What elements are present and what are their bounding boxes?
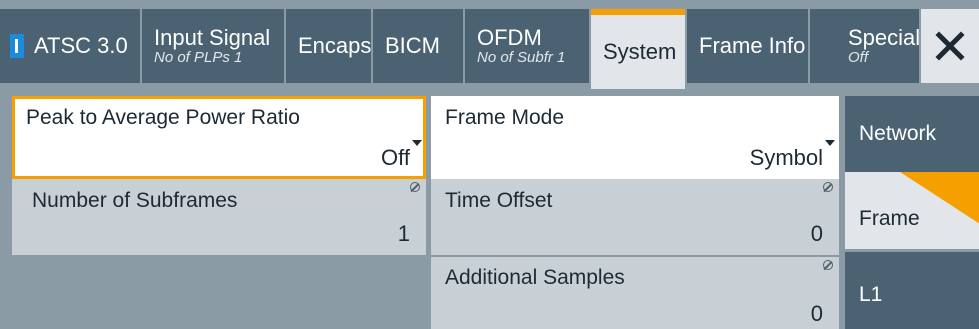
tab-atsc-label: ATSC 3.0 [34,33,128,58]
tab-encaps-label: Encaps [298,33,372,58]
side-tab-frame-label: Frame [859,206,920,230]
frame-mode-value: Symbol [749,145,823,170]
chevron-down-icon [825,140,835,146]
time-offset-label: Time Offset [445,189,553,212]
lock-icon [823,260,833,270]
tab-ofdm[interactable]: OFDM No of Subfr 1 [465,9,589,83]
frame-mode-label: Frame Mode [445,106,565,129]
lock-icon [410,182,420,192]
tab-system-label: System [603,38,677,64]
active-indicator-icon [10,34,24,58]
papr-label: Peak to Average Power Ratio [26,106,300,129]
tab-special[interactable]: Special Off [810,9,921,83]
time-offset-value: 0 [810,221,823,246]
tab-frame-info-label: Frame Info [699,33,806,58]
papr-value: Off [381,145,410,170]
number-of-subframes-value: 1 [397,221,410,246]
chevron-down-icon [412,140,422,146]
tab-bicm-label: BICM [385,33,440,58]
side-tab-l1[interactable]: L1 [845,252,979,329]
tab-system[interactable]: System [591,9,685,89]
side-tab-bar: Network Frame L1 [843,89,979,329]
additional-samples-field[interactable]: Additional Samples 0 [431,257,839,329]
tab-input-signal-label: Input Signal [154,24,271,50]
tab-frame-info[interactable]: Frame Info [687,9,808,83]
close-button[interactable] [921,9,979,83]
number-of-subframes-field[interactable]: Number of Subframes 1 [12,179,426,255]
side-tab-network-label: Network [859,122,937,145]
active-tab-marker [591,9,685,15]
tab-bicm[interactable]: BICM [373,9,463,83]
additional-samples-label: Additional Samples [445,266,625,289]
tab-special-sub: Off [848,48,869,66]
system-settings-panel: Peak to Average Power Ratio Off Frame Mo… [0,89,843,329]
tab-special-label: Special [848,24,921,50]
tab-input-signal-sub: No of PLPs 1 [154,48,243,66]
tab-input-signal[interactable]: Input Signal No of PLPs 1 [142,9,284,83]
close-icon [935,31,965,61]
frame-mode-dropdown[interactable]: Frame Mode Symbol [431,96,839,179]
time-offset-field[interactable]: Time Offset 0 [431,179,839,255]
tab-encaps[interactable]: Encaps [286,9,371,83]
lock-icon [823,182,833,192]
papr-dropdown[interactable]: Peak to Average Power Ratio Off [12,96,426,179]
tab-ofdm-label: OFDM [477,24,542,50]
side-tab-network[interactable]: Network [845,96,979,172]
additional-samples-value: 0 [810,301,823,326]
tab-atsc[interactable]: ATSC 3.0 [0,9,140,83]
side-tab-frame[interactable]: Frame [845,172,979,249]
side-tab-l1-label: L1 [859,282,883,306]
top-tab-bar: ATSC 3.0 Input Signal No of PLPs 1 Encap… [0,0,979,89]
number-of-subframes-label: Number of Subframes [32,189,238,212]
tab-ofdm-sub: No of Subfr 1 [477,48,566,66]
